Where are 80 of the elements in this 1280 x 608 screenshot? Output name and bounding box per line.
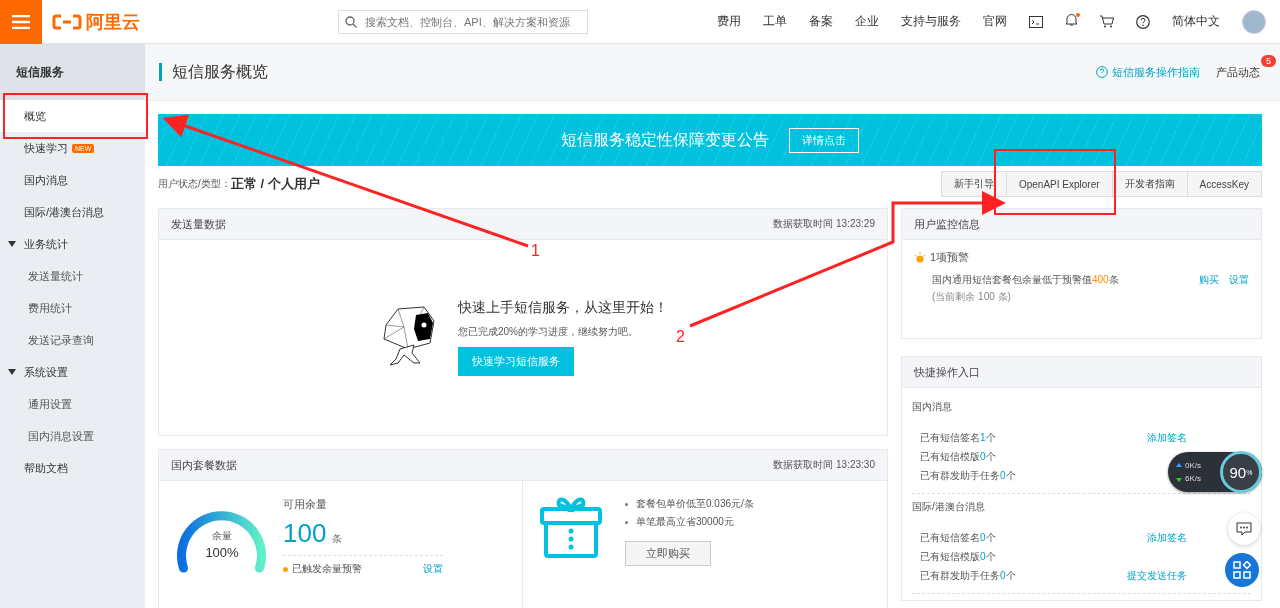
status-label: 用户状态/类型： [158,177,231,191]
warning-text: 已触发余量预警 [292,562,362,576]
quick-button[interactable]: OpenAPI Explorer [1005,171,1113,197]
page-title: 短信服务概览 [172,61,268,82]
nav-link[interactable]: 支持与服务 [901,13,961,30]
download-speed: 6K/s [1176,474,1216,483]
headline: 快速上手短信服务，从这里开始！ [458,299,668,317]
fetch-time: 数据获取时间 13:23:30 [773,458,875,472]
section-title: 国内消息 [912,400,953,414]
nav-link[interactable]: 官网 [983,13,1007,30]
sidebar-item[interactable]: 发送量统计 [0,260,145,292]
count-text: 已有群发助手任务0个 [920,568,1016,583]
help-icon [1096,66,1108,78]
sidebar-item[interactable]: 快速学习 [24,140,68,156]
chat-icon [1236,522,1252,536]
fetch-time: 数据获取时间 13:23:29 [773,217,875,231]
card-title: 国内套餐数据 [171,457,237,473]
search-icon [345,15,357,28]
progress-text: 您已完成20%的学习进度，继续努力吧。 [458,325,639,339]
notification-count: 5 [1261,54,1276,67]
caret-icon [8,369,16,375]
count-text: 已有群发助手任务0个 [920,468,1016,483]
buy-button[interactable]: 立即购买 [625,541,711,566]
remaining-text: (当前剩余 100 条) [932,290,1012,304]
menu-button[interactable] [0,0,42,44]
annotation-number: 1 [531,242,540,260]
count-text: 已有短信模版0个 [920,449,996,464]
quick-button[interactable]: AccessKey [1186,171,1262,197]
sidebar-item[interactable]: 国内消息设置 [0,420,145,452]
unit-label: 条 [332,532,343,546]
language-selector[interactable]: 简体中文 [1172,13,1220,30]
sidebar-item[interactable]: 发送记录查询 [0,324,145,356]
alert-title: 1项预警 [930,250,970,265]
nav-link[interactable]: 企业 [855,13,879,30]
logo-icon [52,13,82,30]
quick-button[interactable]: 新手引导 [940,171,1007,197]
quick-button[interactable]: 开发者指南 [1111,171,1188,197]
menu-icon [12,14,30,29]
apps-icon [1233,561,1251,579]
nav-link[interactable]: 备案 [809,13,833,30]
sidebar-item[interactable]: 费用统计 [0,292,145,324]
gauge-label: 余量 [211,529,233,543]
benefit-text: 套餐包单价低至0.036元/条 [636,497,754,511]
alert-message: 国内通用短信套餐包余量低于预警值400条 [932,273,1119,287]
status-value: 正常 / 个人用户 [230,175,320,193]
sidebar-group[interactable]: 系统设置 [0,356,145,388]
alert-icon [914,251,926,264]
nav-link[interactable]: 工单 [763,13,787,30]
section-title: 国际/港澳台消息 [912,500,986,514]
down-arrow-icon [1176,475,1182,482]
warning-dot [283,566,288,572]
sidebar-item[interactable]: 帮助文档 [0,452,145,484]
banner-text: 短信服务稳定性保障变更公告 [561,129,769,150]
up-arrow-icon [1176,462,1182,469]
sidebar-title: 短信服务 [0,44,145,100]
terminal-icon[interactable] [1029,15,1043,28]
sidebar-item[interactable]: 概览 [0,100,145,132]
sidebar-item[interactable]: 国际/港澳台消息 [0,196,145,228]
card-title: 用户监控信息 [914,216,980,232]
card-title: 发送量数据 [171,216,226,232]
benefit-text: 单笔最高立省30000元 [636,515,734,529]
cart-icon[interactable] [1100,15,1114,28]
card-title: 快捷操作入口 [914,364,980,380]
count-text: 已有短信模版0个 [920,549,996,564]
caret-icon [8,241,16,247]
search-field[interactable]: 搜索文档、控制台、API、解决方案和资源 [338,9,588,34]
annotation-number: 2 [676,328,685,346]
sidebar-item[interactable]: 国内消息 [0,164,145,196]
count-text: 已有短信签名0个 [920,530,996,545]
upload-speed: 0K/s [1176,461,1216,470]
nav-link[interactable]: 费用 [717,13,741,30]
product-news-link[interactable]: 产品动态 [1216,65,1260,78]
gauge-percent: 100% [204,545,240,560]
memory-percent: 90 [1229,463,1247,481]
balance-value: 100 [283,518,327,549]
balance-label: 可用余量 [283,497,328,512]
sidebar-item[interactable]: 通用设置 [0,388,145,420]
sidebar-group[interactable]: 业务统计 [0,228,145,260]
help-icon[interactable] [1136,14,1150,29]
count-text: 已有短信签名1个 [920,430,996,445]
